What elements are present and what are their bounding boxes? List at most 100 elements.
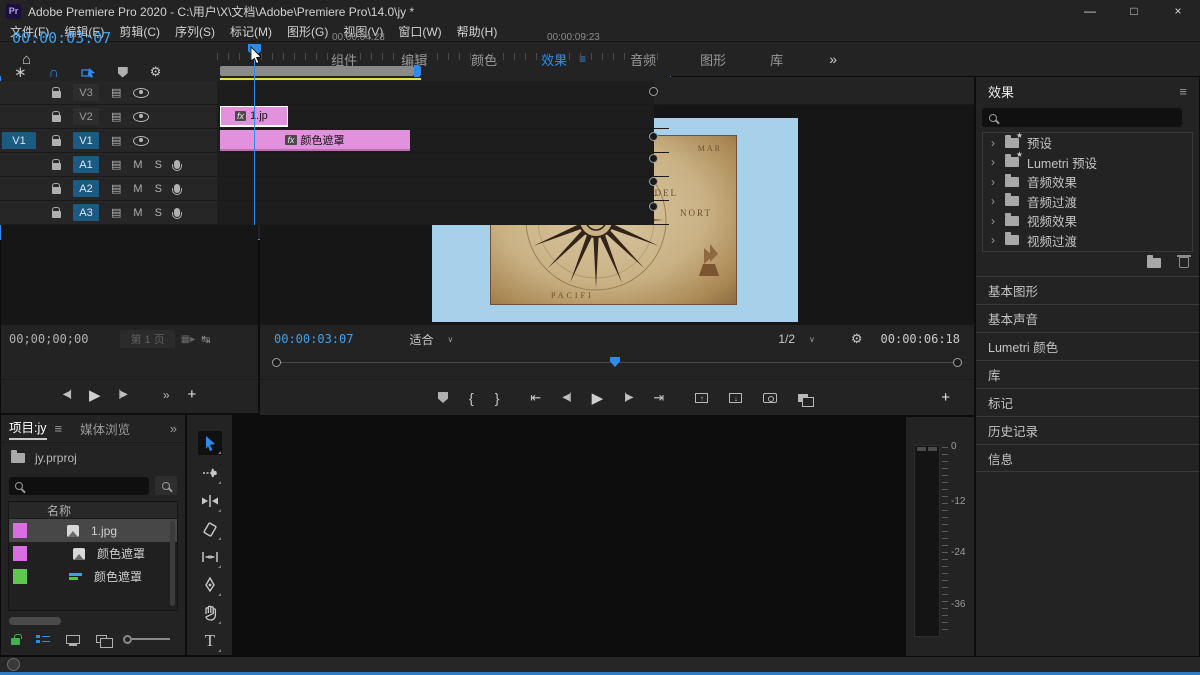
- mute-button[interactable]: M: [133, 159, 142, 171]
- menu-sequence[interactable]: 序列(S): [175, 23, 215, 40]
- program-add-button[interactable]: +: [941, 389, 950, 406]
- nest-sequence-icon[interactable]: ∗: [14, 63, 27, 81]
- work-area-end-handle[interactable]: [414, 65, 421, 77]
- tab-media-browser[interactable]: 媒体浏览: [80, 419, 130, 438]
- effects-bin-lumetri-presets[interactable]: › Lumetri 预设: [983, 150, 1192, 173]
- track-name-v2[interactable]: V2: [73, 108, 99, 125]
- panel-essential-sound[interactable]: 基本声音: [976, 304, 1199, 332]
- effects-bin-audio-transitions[interactable]: › 音频过渡: [983, 192, 1192, 212]
- extract-button[interactable]: ↓: [729, 392, 743, 403]
- source-step-forward-button[interactable]: |▶: [119, 389, 128, 400]
- razor-tool[interactable]: [198, 517, 222, 541]
- freeform-view-icon[interactable]: [96, 635, 113, 648]
- chevron-right-icon[interactable]: ›: [991, 214, 997, 228]
- effects-bin-presets[interactable]: › 预设: [983, 131, 1192, 153]
- hand-tool[interactable]: [198, 601, 222, 625]
- project-horizontal-scrollbar[interactable]: [9, 617, 61, 625]
- label-color-swatch[interactable]: [13, 546, 27, 561]
- work-area-bar[interactable]: [220, 65, 421, 77]
- project-item-sequence[interactable]: 颜色遮罩: [9, 565, 177, 588]
- project-item-color-matte[interactable]: 颜色遮罩: [9, 542, 177, 565]
- project-file-row[interactable]: jy.prproj: [11, 450, 77, 465]
- track-handle[interactable]: [649, 154, 658, 163]
- panel-info[interactable]: 信息: [976, 444, 1199, 472]
- ripple-edit-tool[interactable]: [198, 489, 222, 513]
- minimize-button[interactable]: —: [1068, 0, 1112, 22]
- lock-icon[interactable]: [52, 207, 61, 218]
- project-tab-overflow-icon[interactable]: »: [170, 421, 177, 436]
- icon-view-icon[interactable]: [66, 634, 80, 646]
- list-view-icon[interactable]: [36, 634, 50, 645]
- timeline-ruler[interactable]: 00:00:04:23 00:00:09:23: [217, 30, 667, 60]
- maximize-button[interactable]: □: [1112, 0, 1156, 22]
- source-settings-icon[interactable]: ▦▸: [181, 334, 195, 345]
- lock-icon[interactable]: [52, 87, 61, 98]
- step-back-button[interactable]: ◀|: [562, 392, 571, 403]
- clip-color-matte[interactable]: fx 颜色遮罩: [220, 130, 410, 151]
- timeline-add-marker-icon[interactable]: [117, 66, 128, 78]
- track-name-a1[interactable]: A1: [73, 156, 99, 173]
- source-play-button[interactable]: ▶: [89, 386, 101, 404]
- source-drag-icon[interactable]: ↹: [201, 333, 210, 346]
- source-add-button[interactable]: +: [188, 386, 197, 403]
- step-forward-button[interactable]: |▶: [624, 392, 633, 403]
- effects-search-input[interactable]: [982, 108, 1182, 127]
- linked-selection-icon[interactable]: [81, 66, 96, 79]
- find-icon[interactable]: [155, 476, 177, 495]
- track-name-v1[interactable]: V1: [73, 132, 99, 149]
- track-a3-lane[interactable]: [217, 201, 654, 224]
- effects-bin-video-effects[interactable]: › 视频效果: [983, 211, 1192, 231]
- lock-icon[interactable]: [52, 135, 61, 146]
- sync-lock-icon[interactable]: ▤: [111, 110, 121, 123]
- tab-project[interactable]: 项目:jy: [9, 417, 47, 440]
- go-to-out-button[interactable]: ⇥: [653, 390, 664, 406]
- scrub-end-handle[interactable]: [953, 358, 962, 367]
- track-name-a3[interactable]: A3: [73, 204, 99, 221]
- voiceover-mic-icon[interactable]: [171, 160, 182, 171]
- program-playhead[interactable]: [610, 357, 620, 367]
- chevron-right-icon[interactable]: ›: [991, 233, 997, 247]
- close-button[interactable]: ×: [1156, 0, 1200, 22]
- eye-icon[interactable]: [133, 87, 150, 98]
- project-item-1jpg[interactable]: 1.jpg: [9, 519, 177, 542]
- solo-button[interactable]: S: [155, 207, 162, 219]
- eye-icon[interactable]: [133, 135, 150, 146]
- eye-icon[interactable]: [133, 111, 150, 122]
- solo-button[interactable]: S: [155, 183, 162, 195]
- effects-bin-video-transitions[interactable]: › 视频过渡: [983, 231, 1192, 251]
- delete-icon[interactable]: [1177, 255, 1191, 268]
- sync-lock-icon[interactable]: ▤: [111, 86, 121, 99]
- label-color-swatch[interactable]: [13, 569, 27, 584]
- mute-button[interactable]: M: [133, 183, 142, 195]
- project-search-input[interactable]: [9, 477, 149, 495]
- export-frame-button[interactable]: [763, 392, 778, 403]
- track-handle[interactable]: [649, 177, 658, 186]
- mark-out-button[interactable]: }: [495, 390, 500, 406]
- comparison-view-button[interactable]: [798, 393, 815, 407]
- mute-button[interactable]: M: [133, 207, 142, 219]
- selection-tool[interactable]: [198, 431, 222, 455]
- sync-lock-icon[interactable]: ▤: [111, 182, 121, 195]
- lock-icon[interactable]: [52, 183, 61, 194]
- voiceover-mic-icon[interactable]: [171, 184, 182, 195]
- program-settings-wrench-icon[interactable]: ⚙: [851, 331, 863, 347]
- track-a2-lane[interactable]: [217, 177, 654, 200]
- creative-cloud-icon[interactable]: [7, 658, 20, 671]
- source-more-icon[interactable]: »: [163, 388, 170, 402]
- timeline-settings-wrench-icon[interactable]: ⚙: [150, 64, 162, 80]
- menu-clip[interactable]: 剪辑(C): [119, 23, 160, 40]
- project-vertical-scrollbar[interactable]: [170, 521, 175, 606]
- program-scrubber[interactable]: [270, 357, 964, 369]
- go-to-in-button[interactable]: ⇤: [530, 390, 541, 406]
- play-button[interactable]: ▶: [592, 389, 604, 407]
- panel-libraries[interactable]: 库: [976, 360, 1199, 388]
- effects-bin-audio-effects[interactable]: › 音频效果: [983, 172, 1192, 192]
- snap-magnet-icon[interactable]: ∩: [49, 64, 59, 80]
- workspace-tab-libraries[interactable]: 库: [770, 50, 783, 69]
- program-timecode[interactable]: 00:00:03:07: [274, 332, 353, 346]
- sync-lock-icon[interactable]: ▤: [111, 158, 121, 171]
- source-patch-v1[interactable]: V1: [2, 132, 36, 149]
- track-v2-lane[interactable]: fx 1.jp: [217, 105, 654, 128]
- track-a1-lane[interactable]: [217, 153, 654, 176]
- source-step-back-button[interactable]: ◀|: [63, 389, 72, 400]
